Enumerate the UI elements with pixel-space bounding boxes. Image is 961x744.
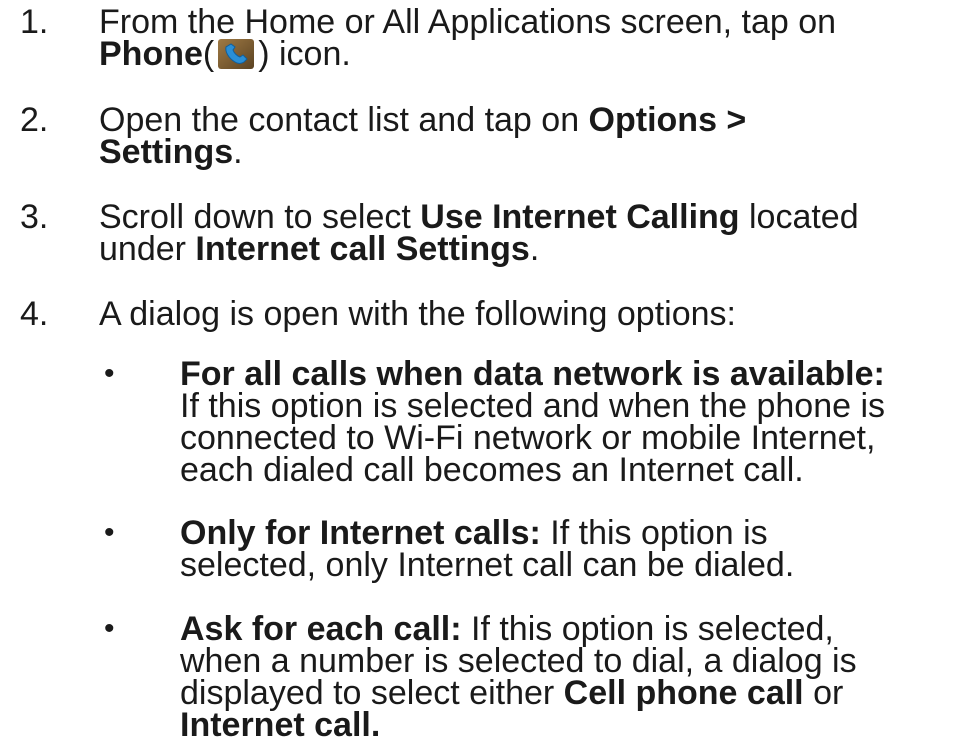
step-3-line-1: Scroll down to select Use Internet Calli… — [99, 198, 949, 236]
option-text: Ask for each call: If this option is sel… — [180, 612, 950, 744]
paren-close: ) icon. — [258, 35, 351, 73]
internet-call-label: Internet call. — [180, 706, 381, 744]
option-3-text-b: or — [803, 674, 844, 712]
cell-phone-call-label: Cell phone call — [563, 674, 804, 712]
period: . — [529, 230, 540, 268]
option-1-line-1: For all calls when data network is avail… — [180, 357, 950, 391]
phone-label: Phone — [99, 35, 203, 73]
option-2-line-2: selected, only Internet call can be dial… — [180, 546, 795, 584]
step-number: 4. — [20, 295, 49, 333]
step-1-line-1: From the Home or All Applications screen… — [99, 3, 837, 41]
option-3-line-1: Ask for each call: If this option is sel… — [180, 612, 950, 646]
option-1-line-2: If this option is selected and when the … — [180, 387, 886, 425]
paren-open: ( — [202, 35, 215, 73]
internet-call-settings-label: Internet call Settings — [195, 230, 530, 268]
settings-label: Settings — [99, 133, 234, 171]
step-text: Scroll down to select Use Internet Calli… — [99, 198, 949, 268]
step-number: 3. — [20, 198, 49, 236]
option-text: For all calls when data network is avail… — [180, 357, 950, 489]
step-2-line-2: Settings. — [99, 133, 949, 171]
period: . — [233, 133, 243, 171]
step-1-line-2: Phone( ) icon. — [99, 35, 949, 73]
step-4-line-1: A dialog is open with the following opti… — [99, 295, 736, 333]
option-3-line-2: when a number is selected to dial, a dia… — [180, 642, 857, 680]
step-number: 1. — [20, 3, 49, 41]
bullet-icon: • — [104, 612, 115, 645]
step-text: A dialog is open with the following opti… — [99, 295, 949, 333]
step-3-text-c: under — [99, 230, 196, 268]
bullet-icon: • — [104, 357, 115, 390]
option-3-line-3: displayed to select either Cell phone ca… — [180, 674, 950, 712]
option-1-line-3: connected to Wi-Fi network or mobile Int… — [180, 419, 876, 457]
step-text: Open the contact list and tap on Options… — [99, 101, 949, 171]
phone-handset-icon — [218, 39, 255, 69]
option-2-line-1: Only for Internet calls: If this option … — [180, 516, 950, 550]
step-number: 2. — [20, 101, 49, 139]
step-text: From the Home or All Applications screen… — [99, 3, 949, 73]
option-1-line-4: each dialed call becomes an Internet cal… — [180, 451, 804, 489]
options-label: Options > — [588, 101, 747, 139]
step-2-line-1: Open the contact list and tap on Options… — [99, 101, 949, 139]
option-text: Only for Internet calls: If this option … — [180, 516, 950, 584]
option-3-line-4: Internet call. — [180, 706, 950, 744]
step-3-text-b: located — [739, 198, 859, 236]
instructions-document: 1. From the Home or All Applications scr… — [0, 0, 961, 744]
bullet-icon: • — [104, 516, 115, 549]
step-3-line-2: under Internet call Settings. — [99, 230, 949, 268]
